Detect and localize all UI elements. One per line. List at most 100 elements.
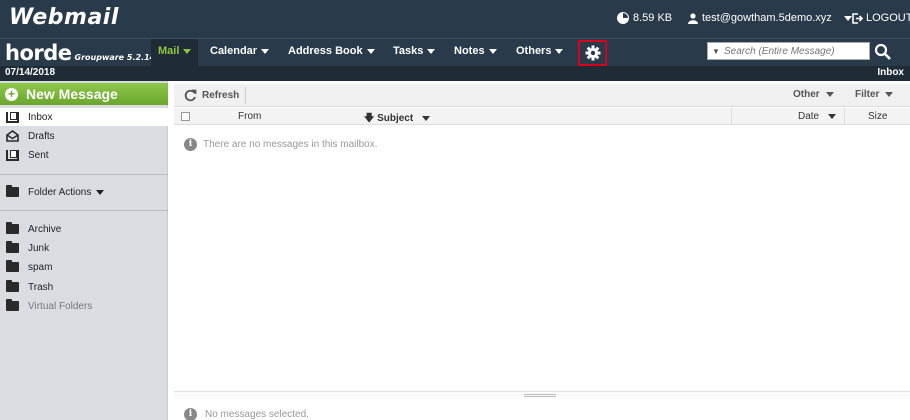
user-email: test@gowtham.5demo.xyz [702,12,832,24]
folder-icon [6,280,19,292]
chevron-down-icon [843,15,852,21]
virtual-folder-icon [6,299,19,311]
empty-mailbox-text: There are no messages in this mailbox. [203,139,378,150]
info-icon: i [184,138,197,151]
search-icon [874,43,891,60]
folder-archive[interactable]: Archive [0,220,168,238]
folder-actions-menu[interactable]: Folder Actions [0,183,168,201]
folder-inbox[interactable]: Inbox [0,108,168,126]
current-mailbox: Inbox [877,67,904,78]
sort-arrow-icon: 🡇 [364,113,375,124]
horde-logo[interactable]: horde Groupware 5.2.14 [5,41,155,65]
virtual-folders[interactable]: Virtual Folders [0,297,168,315]
plus-icon: + [5,87,18,101]
chevron-down-icon [488,48,497,54]
chevron-down-icon [261,48,270,54]
folder-actions-label: Folder Actions [28,186,92,198]
column-date[interactable]: Date [798,111,836,122]
nav-mail-label: Mail [158,45,180,57]
folder-label: Junk [28,242,50,254]
chevron-down-icon [825,91,834,97]
column-size[interactable]: Size [868,111,887,122]
column-from[interactable]: From [238,111,261,122]
nav-notes-label: Notes [454,45,485,57]
horde-version: Groupware 5.2.14 [74,53,156,62]
folder-icon [6,241,19,253]
horde-navbar: horde Groupware 5.2.14 Mail Calendar Addr… [0,38,910,66]
chevron-down-icon [421,115,430,121]
other-menu[interactable]: Other [793,89,834,100]
folder-label: Sent [28,149,49,161]
folder-icon [6,222,19,234]
refresh-button[interactable]: Refresh [180,87,243,104]
nav-calendar-label: Calendar [210,45,258,57]
nav-calendar[interactable]: Calendar [203,39,276,66]
folder-label: Drafts [28,130,55,142]
disk-usage[interactable]: 8.59 KB [617,12,672,24]
sidebar: + New Message Inbox Drafts Sent Folder A… [0,81,168,420]
no-selection-notice: i No messages selected. [184,408,309,420]
logout-icon [852,12,863,24]
nav-mail[interactable]: Mail [151,39,199,66]
new-message-button[interactable]: + New Message [0,83,168,105]
current-date: 07/14/2018 [5,67,56,78]
search-button[interactable] [874,43,894,61]
preview-pane-resizer[interactable] [174,391,910,399]
refresh-icon [184,89,197,102]
nav-others[interactable]: Others [509,39,570,66]
search-scope-dropdown[interactable]: ▼ [708,47,724,56]
disk-usage-label: 8.59 KB [633,12,673,24]
nav-notes[interactable]: Notes [447,39,504,66]
column-subject[interactable]: 🡇 Subject [364,111,430,128]
other-label: Other [793,89,820,100]
logout-label: LOGOUT [866,12,910,24]
folder-sent[interactable]: Sent [0,146,168,164]
chevron-down-icon [885,91,894,97]
nav-tasks[interactable]: Tasks [386,39,442,66]
select-all-checkbox[interactable] [181,112,190,121]
resize-grip-icon [524,394,556,397]
divider [0,210,168,211]
folder-label: Trash [28,281,54,293]
chevron-down-icon [366,48,375,54]
column-divider [844,108,845,125]
folder-label: Inbox [28,111,53,123]
toolbar-divider [245,87,246,104]
drafts-icon [6,130,19,142]
chevron-down-icon [183,48,192,54]
logout-button[interactable]: LOGOUT [852,12,910,24]
folder-trash[interactable]: Trash [0,278,168,296]
folder-label: Archive [28,223,62,235]
inbox-icon [6,111,19,123]
nav-tasks-label: Tasks [393,45,424,57]
filter-menu[interactable]: Filter [855,89,894,100]
search-input[interactable] [724,45,864,57]
folder-icon [6,260,19,272]
user-menu[interactable]: test@gowtham.5demo.xyz [688,12,852,24]
webmail-logo: Webmail [9,5,119,30]
message-list-header: From 🡇 Subject Date Size [174,108,910,125]
nav-address-book-label: Address Book [288,45,363,57]
chevron-down-icon [827,113,836,119]
folder-junk[interactable]: Junk [0,239,168,257]
no-selection-text: No messages selected. [205,409,309,420]
search-box: ▼ [707,42,870,60]
new-message-label: New Message [26,86,118,102]
info-icon: i [184,408,197,420]
horde-logo-text: horde [5,41,72,65]
settings-button[interactable] [578,40,607,66]
sent-icon [6,149,19,161]
folder-drafts[interactable]: Drafts [0,127,168,145]
column-subject-label: Subject [377,113,414,124]
folder-spam[interactable]: spam [0,258,168,276]
nav-address-book[interactable]: Address Book [281,39,382,66]
column-divider [731,108,732,125]
column-date-label: Date [798,111,820,122]
folder-label: spam [28,261,53,273]
preview-pane: i No messages selected. [174,399,910,420]
gear-icon [585,45,600,61]
folder-icon [6,185,19,197]
refresh-label: Refresh [202,90,240,101]
mailbox-toolbar: Refresh Other Filter [174,84,910,107]
chevron-down-icon [96,189,105,195]
